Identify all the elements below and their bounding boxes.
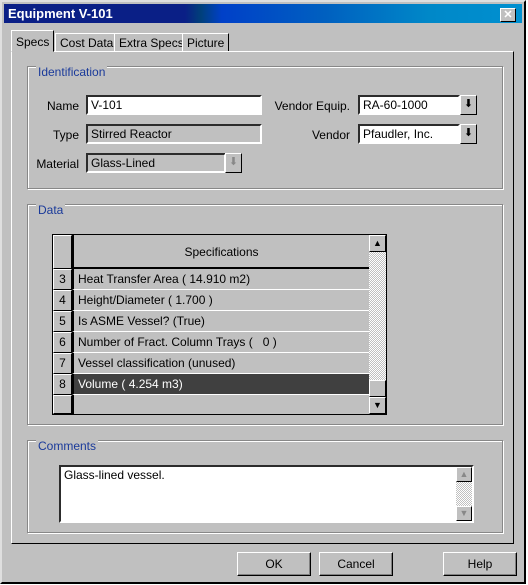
vendor-input[interactable]: Pfaudler, Inc.	[358, 124, 460, 144]
identification-title: Identification	[36, 65, 108, 79]
grid-corner	[53, 235, 72, 269]
type-label: Type	[52, 128, 79, 142]
table-row[interactable]: Number of Fract. Column Trays ( 0 )	[72, 332, 369, 353]
material-select[interactable]: Glass-Lined	[86, 153, 226, 173]
specifications-grid[interactable]: Specifications 3 Heat Transfer Area ( 14…	[52, 234, 387, 415]
tab-specs[interactable]: Specs	[11, 30, 55, 52]
comments-title: Comments	[36, 439, 99, 453]
row-number: 8	[53, 374, 72, 395]
comments-scroll-down-icon[interactable]: ▼	[456, 506, 472, 521]
row-number: 3	[53, 269, 72, 290]
type-field: Stirred Reactor	[86, 124, 262, 144]
tab-extra-specs[interactable]: Extra Specs	[114, 33, 189, 52]
table-row-empty[interactable]	[72, 395, 369, 414]
row-number: 4	[53, 290, 72, 311]
scroll-down-icon[interactable]: ▼	[369, 397, 386, 414]
vendor-dropdown-icon[interactable]: ⬇	[460, 124, 477, 144]
scroll-thumb[interactable]	[369, 380, 386, 397]
title-bar: Equipment V-101 ✕	[4, 4, 522, 23]
table-row[interactable]: Is ASME Vessel? (True)	[72, 311, 369, 332]
vendor-equip-dropdown-icon[interactable]: ⬇	[460, 95, 477, 115]
help-button[interactable]: Help	[443, 552, 517, 576]
row-number: 6	[53, 332, 72, 353]
name-label: Name	[46, 99, 79, 113]
window-title: Equipment V-101	[8, 6, 113, 21]
scroll-up-icon[interactable]: ▲	[369, 235, 386, 252]
table-row[interactable]: Height/Diameter ( 1.700 )	[72, 290, 369, 311]
data-title: Data	[36, 203, 66, 217]
table-row[interactable]: Vessel classification (unused)	[72, 353, 369, 374]
table-row[interactable]: Heat Transfer Area ( 14.910 m2)	[72, 269, 369, 290]
row-number: 5	[53, 311, 72, 332]
comments-textarea[interactable]: Glass-lined vessel.	[59, 465, 474, 523]
row-number-empty	[53, 395, 72, 414]
vendor-equip-input[interactable]: RA-60-1000	[358, 95, 460, 115]
close-button[interactable]: ✕	[500, 8, 516, 22]
vendor-label: Vendor	[311, 128, 350, 142]
name-input[interactable]: V-101	[86, 95, 262, 115]
material-dropdown-icon[interactable]: ⬇	[225, 153, 242, 173]
row-number: 7	[53, 353, 72, 374]
table-row-selected[interactable]: Volume ( 4.254 m3)	[72, 374, 369, 395]
comments-scrollbar[interactable]: ▲ ▼	[456, 467, 472, 521]
grid-scrollbar[interactable]: ▲ ▼	[369, 235, 386, 414]
equipment-dialog: Equipment V-101 ✕ Specs Cost Data Extra …	[0, 0, 526, 584]
cancel-button[interactable]: Cancel	[319, 552, 393, 576]
ok-button[interactable]: OK	[237, 552, 311, 576]
specifications-header: Specifications	[72, 235, 369, 269]
comments-scroll-up-icon[interactable]: ▲	[456, 467, 472, 482]
tab-picture[interactable]: Picture	[182, 33, 230, 52]
material-label: Material	[36, 157, 79, 171]
vendor-equip-label: Vendor Equip.	[274, 99, 350, 113]
tab-cost-data[interactable]: Cost Data	[55, 33, 119, 52]
